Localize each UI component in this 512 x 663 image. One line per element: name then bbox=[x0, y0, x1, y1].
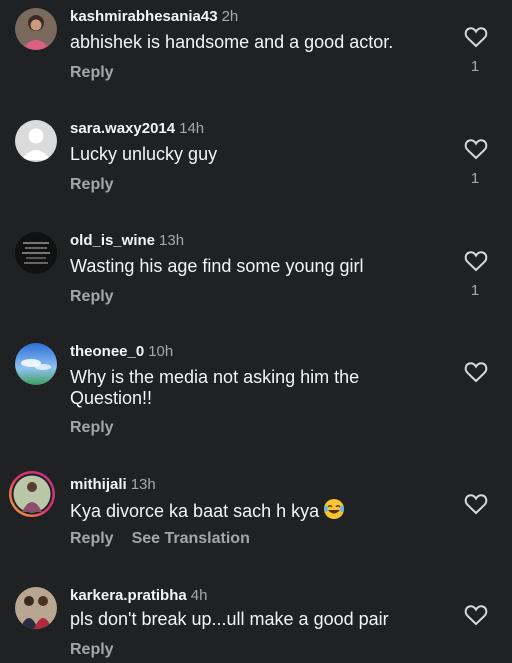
timestamp: 13h bbox=[159, 232, 185, 249]
like-count: 1 bbox=[470, 58, 480, 75]
see-translation-button[interactable]: See Translation bbox=[132, 530, 250, 547]
laughing-tears-emoji-icon bbox=[323, 498, 345, 525]
comment-text: abhishek is handsome and a good actor. bbox=[70, 32, 394, 52]
comment-actions: Reply bbox=[70, 641, 114, 659]
comment-actions: Reply bbox=[70, 288, 114, 306]
timestamp: 14h bbox=[179, 120, 205, 137]
comment-text: Why is the media not asking him the Ques… bbox=[70, 367, 360, 408]
timestamp: 2h bbox=[221, 8, 239, 25]
comment-text: pls don't break up...ull make a good pai… bbox=[70, 609, 389, 629]
comment-text-body: Kya divorce ka baat sach h kya bbox=[70, 501, 320, 521]
username[interactable]: old_is_wine bbox=[70, 232, 155, 249]
like-heart-icon[interactable] bbox=[464, 604, 488, 626]
like-heart-icon[interactable] bbox=[464, 361, 488, 383]
comment-header: kashmirabhesania43 2h bbox=[70, 8, 238, 26]
reply-button[interactable]: Reply bbox=[70, 288, 114, 305]
timestamp: 10h bbox=[148, 343, 174, 360]
comments-list: kashmirabhesania43 2h abhishek is handsom… bbox=[0, 0, 512, 663]
default-user-icon[interactable] bbox=[15, 120, 57, 162]
like-heart-icon[interactable] bbox=[464, 26, 488, 48]
timestamp: 4h bbox=[190, 587, 208, 604]
comment-header: mithijali 13h bbox=[70, 476, 156, 494]
avatar[interactable] bbox=[15, 8, 57, 50]
comment-header: theonee_0 10h bbox=[70, 343, 173, 361]
username[interactable]: kashmirabhesania43 bbox=[70, 8, 218, 25]
reply-button[interactable]: Reply bbox=[70, 64, 114, 81]
reply-button[interactable]: Reply bbox=[70, 176, 114, 193]
comment-header: old_is_wine 13h bbox=[70, 232, 184, 250]
reply-button[interactable]: Reply bbox=[70, 530, 114, 547]
comment-actions: Reply See Translation bbox=[70, 530, 250, 548]
username[interactable]: theonee_0 bbox=[70, 343, 144, 360]
comment-header: sara.waxy2014 14h bbox=[70, 120, 204, 138]
like-count: 1 bbox=[470, 170, 480, 187]
username[interactable]: mithijali bbox=[70, 476, 127, 493]
timestamp: 13h bbox=[130, 476, 156, 493]
avatar[interactable] bbox=[15, 343, 57, 385]
like-heart-icon[interactable] bbox=[464, 138, 488, 160]
username[interactable]: karkera.pratibha bbox=[70, 587, 187, 604]
comment-actions: Reply bbox=[70, 176, 114, 194]
comment-header: karkera.pratibha 4h bbox=[70, 587, 207, 605]
story-ring-avatar[interactable] bbox=[8, 470, 56, 518]
reply-button[interactable]: Reply bbox=[70, 419, 114, 436]
comment-actions: Reply bbox=[70, 64, 114, 82]
comment-text: Lucky unlucky guy bbox=[70, 144, 218, 164]
like-count: 1 bbox=[470, 282, 480, 299]
avatar[interactable] bbox=[15, 587, 57, 629]
comment-text: Wasting his age find some young girl bbox=[70, 256, 364, 276]
comment-actions: Reply bbox=[70, 419, 114, 437]
username[interactable]: sara.waxy2014 bbox=[70, 120, 175, 137]
like-heart-icon[interactable] bbox=[464, 250, 488, 272]
avatar[interactable] bbox=[15, 232, 57, 274]
reply-button[interactable]: Reply bbox=[70, 641, 114, 658]
comment-text: Kya divorce ka baat sach h kya bbox=[70, 498, 430, 525]
like-heart-icon[interactable] bbox=[464, 493, 488, 515]
